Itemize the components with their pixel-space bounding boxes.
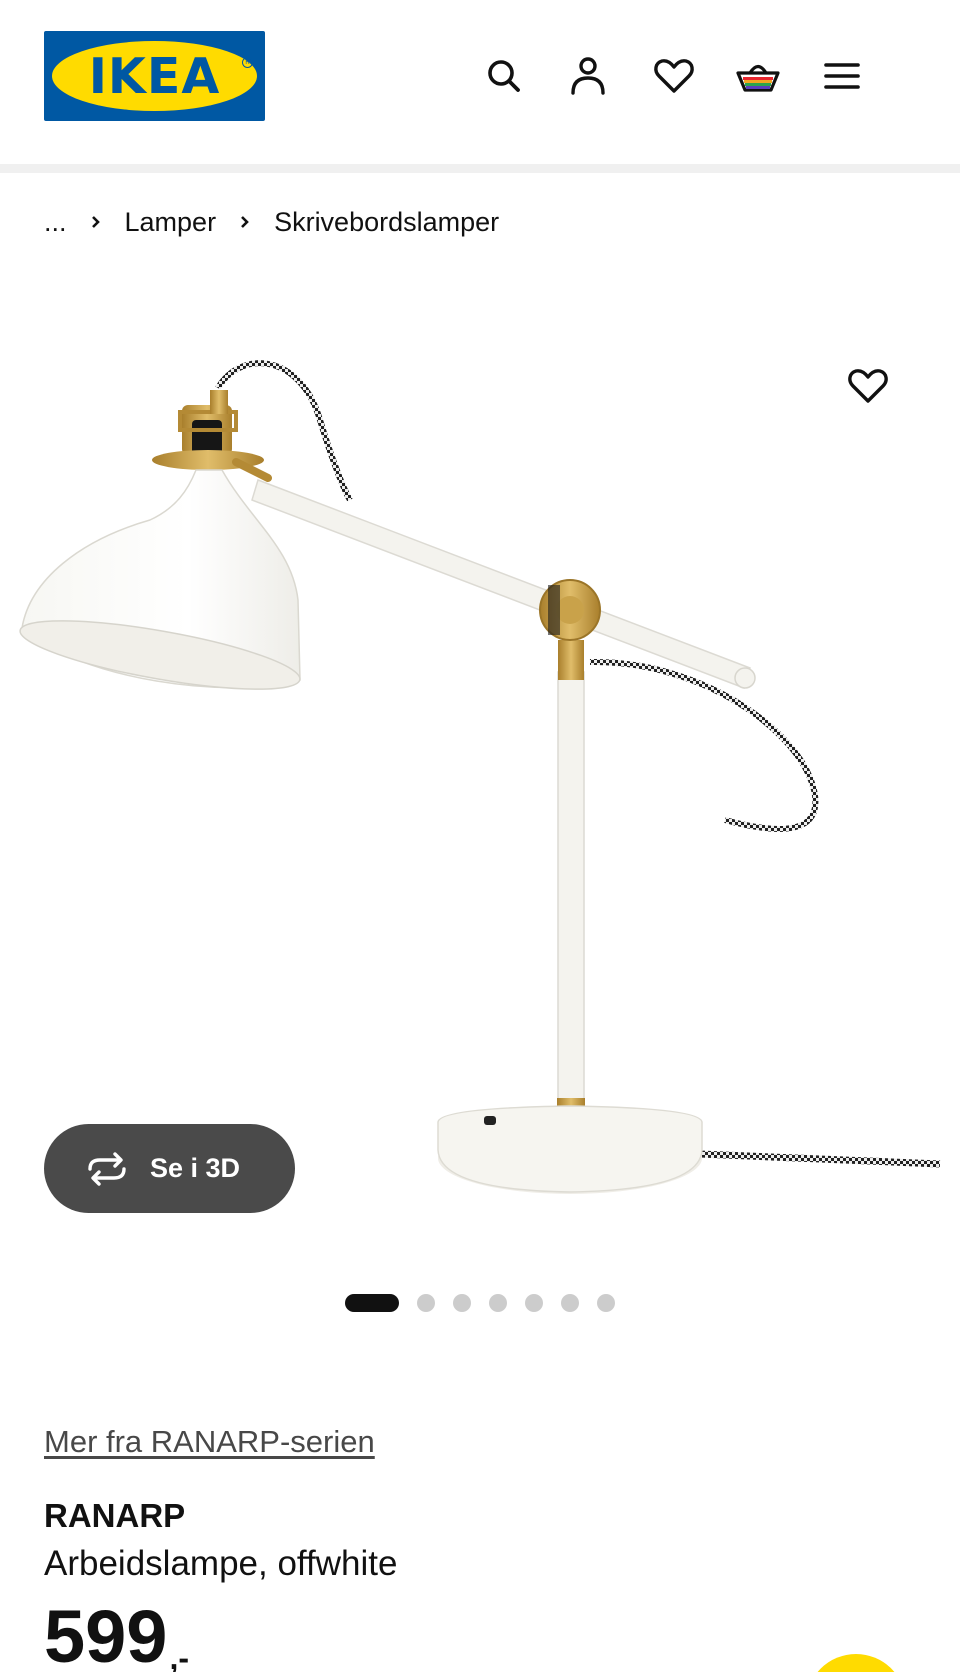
view-in-3d-label: Se i 3D: [150, 1153, 241, 1183]
carousel-dot[interactable]: [453, 1294, 471, 1312]
carousel-dot-active[interactable]: [345, 1294, 399, 1312]
breadcrumb-skrivebordslamper[interactable]: Skrivebordslamper: [274, 207, 499, 238]
breadcrumb-lamper[interactable]: Lamper: [125, 207, 217, 238]
rotate-3d-icon: [88, 1151, 126, 1186]
ikea-logo[interactable]: IKEA R: [44, 31, 265, 121]
product-image-area[interactable]: [0, 290, 960, 1240]
menu-icon[interactable]: [818, 52, 866, 100]
product-image-lamp: [19, 360, 941, 1194]
header: IKEA R: [0, 0, 960, 164]
breadcrumb-ellipsis[interactable]: ...: [44, 207, 67, 238]
carousel-indicator: [345, 1294, 633, 1312]
price-decimal: ,-: [169, 1640, 190, 1672]
account-icon[interactable]: [564, 52, 612, 100]
carousel-dot[interactable]: [597, 1294, 615, 1312]
product-name: RANARP: [44, 1497, 186, 1534]
chevron-right-icon: [91, 216, 100, 228]
chevron-right-icon: [241, 216, 249, 228]
product-price: 599 ,-: [44, 1600, 189, 1672]
carousel-dot[interactable]: [489, 1294, 507, 1312]
carousel-dot[interactable]: [417, 1294, 435, 1312]
wishlist-heart-icon[interactable]: [650, 52, 698, 100]
carousel-dot[interactable]: [561, 1294, 579, 1312]
carousel-dot[interactable]: [525, 1294, 543, 1312]
add-to-favourites-heart-icon[interactable]: [844, 362, 892, 410]
series-link[interactable]: Mer fra RANARP-serien: [44, 1424, 375, 1460]
logo-text: IKEA: [88, 47, 221, 105]
view-in-3d-button[interactable]: Se i 3D: [44, 1124, 295, 1213]
header-divider: [0, 164, 960, 173]
registered-mark-icon: R: [242, 57, 253, 68]
add-to-basket-button[interactable]: [806, 1654, 906, 1672]
search-icon[interactable]: [480, 52, 528, 100]
basket-icon[interactable]: [734, 52, 782, 100]
product-description: Arbeidslampe, offwhite: [44, 1544, 398, 1583]
price-integer: 599: [44, 1595, 168, 1672]
breadcrumb: ... Lamper Skrivebordslamper: [44, 204, 499, 240]
